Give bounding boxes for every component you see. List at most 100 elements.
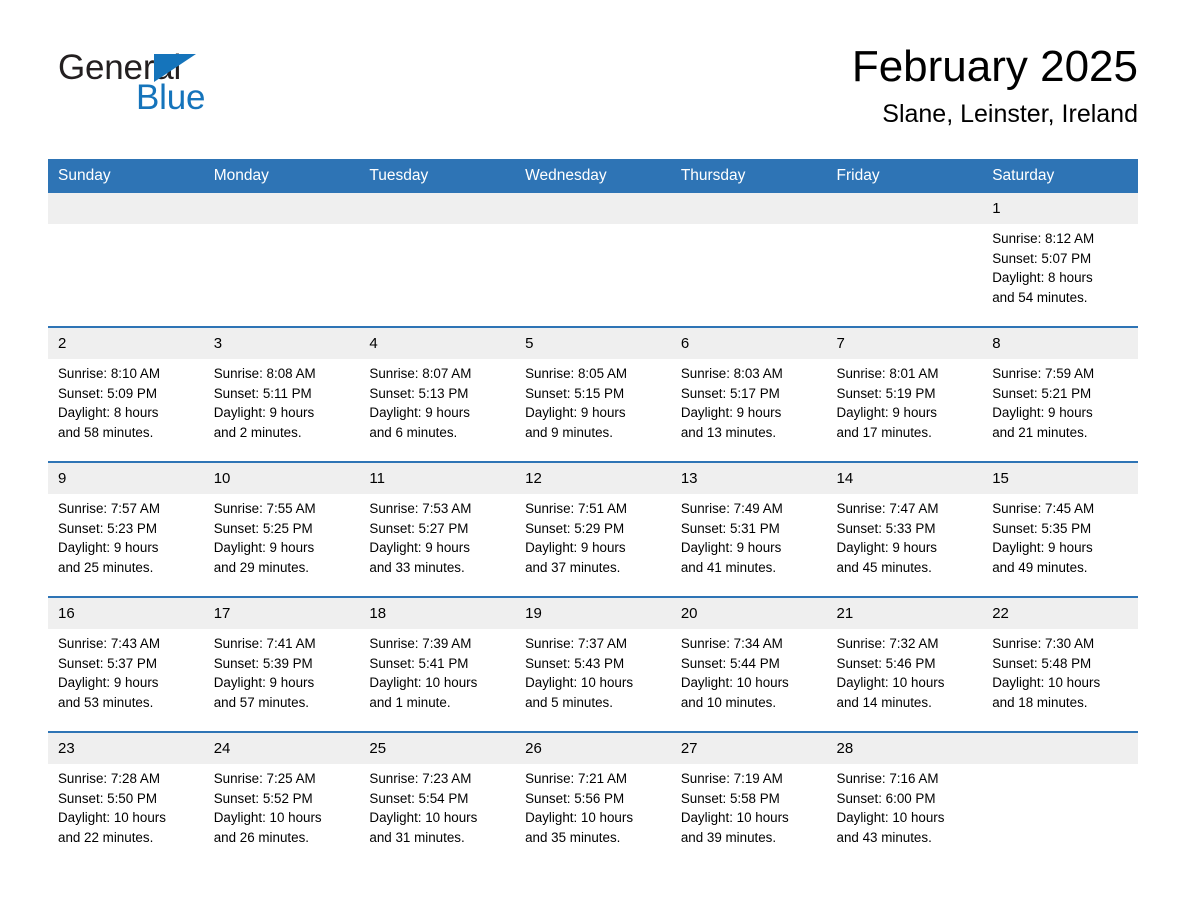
daylight-text-line1: Daylight: 9 hours (992, 405, 1093, 421)
sunrise-text: Sunrise: 7:59 AM (992, 366, 1095, 381)
logo-text-blue: Blue (136, 78, 206, 117)
day-cell-inner: 6 Sunrise: 8:03 AM Sunset: 5:17 PM Daylight… (670, 328, 827, 461)
daylight-text-line2: and 58 minutes. (58, 425, 154, 441)
daylight-text-line1: Daylight: 9 hours (58, 675, 159, 691)
weekday-header-thursday: Thursday (670, 159, 827, 193)
calendar-day-cell[interactable]: 18 Sunrise: 7:39 AM Sunset: 5:41 PM Dayligh… (359, 596, 516, 732)
calendar-week-row: 23 Sunrise: 7:28 AM Sunset: 5:50 PM Dayligh… (48, 731, 1138, 866)
day-number (826, 193, 983, 224)
day-cell-inner (48, 193, 204, 326)
daylight-text-line2: and 43 minutes. (836, 830, 932, 846)
calendar-day-cell[interactable]: 2 Sunrise: 8:10 AM Sunset: 5:09 PM Daylight… (48, 326, 204, 462)
sunset-text: Sunset: 5:52 PM (213, 790, 313, 806)
daylight-text-line1: Daylight: 9 hours (58, 540, 159, 556)
day-info: Sunrise: 7:47 AM Sunset: 5:33 PM Daylight:… (827, 494, 983, 578)
sunrise-text: Sunrise: 8:12 AM (992, 231, 1095, 246)
calendar-day-cell[interactable]: 6 Sunrise: 8:03 AM Sunset: 5:17 PM Daylight… (670, 326, 827, 462)
daylight-text-line1: Daylight: 10 hours (680, 810, 789, 826)
day-info: Sunrise: 7:28 AM Sunset: 5:50 PM Daylight:… (48, 764, 204, 848)
sunset-text: Sunset: 5:07 PM (992, 250, 1092, 266)
daylight-text-line1: Daylight: 10 hours (525, 675, 634, 691)
calendar-day-cell[interactable]: 24 Sunrise: 7:25 AM Sunset: 5:52 PM Dayligh… (203, 731, 360, 866)
calendar-day-cell[interactable]: 23 Sunrise: 7:28 AM Sunset: 5:50 PM Dayligh… (48, 731, 204, 866)
calendar-day-cell[interactable]: 19 Sunrise: 7:37 AM Sunset: 5:43 PM Dayligh… (515, 596, 671, 732)
daylight-text-line1: Daylight: 10 hours (992, 675, 1101, 691)
day-cell-inner (982, 733, 1138, 866)
day-info: Sunrise: 7:49 AM Sunset: 5:31 PM Daylight:… (671, 494, 827, 578)
calendar-day-cell[interactable]: 27 Sunrise: 7:19 AM Sunset: 5:58 PM Dayligh… (670, 731, 827, 866)
calendar-day-cell[interactable]: 4 Sunrise: 8:07 AM Sunset: 5:13 PM Daylight… (359, 326, 516, 462)
calendar-day-cell[interactable]: 7 Sunrise: 8:01 AM Sunset: 5:19 PM Daylight… (826, 326, 983, 462)
calendar-day-cell[interactable]: 9 Sunrise: 7:57 AM Sunset: 5:23 PM Daylight… (48, 461, 204, 597)
calendar-week-row: 1 Sunrise: 8:12 AM Sunset: 5:07 PM Daylight… (48, 193, 1138, 327)
calendar-day-cell[interactable]: 11 Sunrise: 7:53 AM Sunset: 5:27 PM Dayligh… (359, 461, 516, 597)
daylight-text-line1: Daylight: 9 hours (369, 405, 470, 421)
sunset-text: Sunset: 5:15 PM (525, 385, 625, 401)
calendar-day-cell[interactable]: 5 Sunrise: 8:05 AM Sunset: 5:15 PM Daylight… (515, 326, 671, 462)
daylight-text-line2: and 37 minutes. (525, 560, 621, 576)
day-info: Sunrise: 7:37 AM Sunset: 5:43 PM Daylight:… (515, 629, 671, 713)
day-info: Sunrise: 7:16 AM Sunset: 6:00 PM Daylight:… (827, 764, 983, 848)
calendar-day-cell[interactable]: 10 Sunrise: 7:55 AM Sunset: 5:25 PM Dayligh… (203, 461, 360, 597)
calendar-week-row: 9 Sunrise: 7:57 AM Sunset: 5:23 PM Daylight… (48, 461, 1138, 597)
sunrise-text: Sunrise: 7:45 AM (992, 501, 1095, 516)
daylight-text-line2: and 54 minutes. (992, 290, 1088, 306)
sunrise-text: Sunrise: 8:01 AM (836, 366, 939, 381)
sunset-text: Sunset: 5:43 PM (525, 655, 625, 671)
sunset-text: Sunset: 5:11 PM (213, 385, 312, 401)
day-number: 2 (48, 328, 204, 359)
page-title: February 2025 (851, 42, 1138, 91)
calendar-day-cell[interactable]: 1 Sunrise: 8:12 AM Sunset: 5:07 PM Daylight… (982, 193, 1138, 327)
day-number (515, 193, 671, 224)
day-number: 4 (359, 328, 516, 359)
day-number: 14 (826, 463, 983, 494)
day-info: Sunrise: 7:57 AM Sunset: 5:23 PM Daylight:… (48, 494, 204, 578)
calendar-day-cell[interactable]: 28 Sunrise: 7:16 AM Sunset: 6:00 PM Dayligh… (826, 731, 983, 866)
day-info: Sunrise: 7:53 AM Sunset: 5:27 PM Daylight:… (359, 494, 515, 578)
calendar-day-cell[interactable]: 8 Sunrise: 7:59 AM Sunset: 5:21 PM Daylight… (982, 326, 1138, 462)
day-cell-inner: 17 Sunrise: 7:41 AM Sunset: 5:39 PM Dayligh… (203, 598, 360, 731)
calendar-day-cell[interactable]: 22 Sunrise: 7:30 AM Sunset: 5:48 PM Dayligh… (982, 596, 1138, 732)
calendar-day-cell[interactable]: 21 Sunrise: 7:32 AM Sunset: 5:46 PM Dayligh… (826, 596, 983, 732)
sunrise-text: Sunrise: 7:34 AM (680, 636, 783, 651)
calendar-day-cell[interactable]: 14 Sunrise: 7:47 AM Sunset: 5:33 PM Dayligh… (826, 461, 983, 597)
day-info: Sunrise: 7:39 AM Sunset: 5:41 PM Daylight:… (359, 629, 515, 713)
day-number: 15 (982, 463, 1138, 494)
day-cell-inner: 4 Sunrise: 8:07 AM Sunset: 5:13 PM Daylight… (359, 328, 516, 461)
calendar-week-row: 2 Sunrise: 8:10 AM Sunset: 5:09 PM Daylight… (48, 326, 1138, 462)
calendar-day-cell-empty (203, 193, 360, 327)
sunset-text: Sunset: 5:27 PM (369, 520, 469, 536)
calendar-day-cell[interactable]: 13 Sunrise: 7:49 AM Sunset: 5:31 PM Dayligh… (670, 461, 827, 597)
calendar-day-cell[interactable]: 15 Sunrise: 7:45 AM Sunset: 5:35 PM Dayligh… (982, 461, 1138, 597)
calendar-day-cell[interactable]: 17 Sunrise: 7:41 AM Sunset: 5:39 PM Dayligh… (203, 596, 360, 732)
sunset-text: Sunset: 5:35 PM (992, 520, 1092, 536)
day-cell-inner: 14 Sunrise: 7:47 AM Sunset: 5:33 PM Dayligh… (826, 463, 983, 596)
sunrise-text: Sunrise: 8:05 AM (525, 366, 628, 381)
daylight-text-line1: Daylight: 9 hours (525, 540, 626, 556)
calendar-day-cell[interactable]: 25 Sunrise: 7:23 AM Sunset: 5:54 PM Dayligh… (359, 731, 516, 866)
day-number: 23 (48, 733, 204, 764)
sunrise-text: Sunrise: 8:03 AM (680, 366, 783, 381)
sunset-text: Sunset: 5:56 PM (525, 790, 625, 806)
daylight-text-line2: and 49 minutes. (992, 560, 1088, 576)
day-info: Sunrise: 7:59 AM Sunset: 5:21 PM Daylight:… (982, 359, 1138, 443)
daylight-text-line1: Daylight: 9 hours (836, 405, 937, 421)
day-number: 13 (670, 463, 827, 494)
daylight-text-line2: and 31 minutes. (369, 830, 465, 846)
day-cell-inner (826, 193, 983, 326)
day-cell-inner: 16 Sunrise: 7:43 AM Sunset: 5:37 PM Dayligh… (48, 598, 204, 731)
sunrise-text: Sunrise: 7:51 AM (525, 501, 628, 516)
daylight-text-line1: Daylight: 9 hours (836, 540, 937, 556)
daylight-text-line1: Daylight: 9 hours (525, 405, 626, 421)
calendar-day-cell[interactable]: 26 Sunrise: 7:21 AM Sunset: 5:56 PM Dayligh… (515, 731, 671, 866)
day-cell-inner: 28 Sunrise: 7:16 AM Sunset: 6:00 PM Dayligh… (826, 733, 983, 866)
day-cell-inner (203, 193, 360, 326)
day-info: Sunrise: 7:51 AM Sunset: 5:29 PM Daylight:… (515, 494, 671, 578)
calendar-day-cell[interactable]: 12 Sunrise: 7:51 AM Sunset: 5:29 PM Dayligh… (515, 461, 671, 597)
day-number (982, 733, 1138, 764)
calendar-day-cell[interactable]: 20 Sunrise: 7:34 AM Sunset: 5:44 PM Dayligh… (670, 596, 827, 732)
weekday-header-monday: Monday (203, 159, 360, 193)
daylight-text-line1: Daylight: 9 hours (680, 540, 782, 556)
calendar-day-cell[interactable]: 3 Sunrise: 8:08 AM Sunset: 5:11 PM Daylight… (203, 326, 360, 462)
calendar-day-cell[interactable]: 16 Sunrise: 7:43 AM Sunset: 5:37 PM Dayligh… (48, 596, 204, 732)
